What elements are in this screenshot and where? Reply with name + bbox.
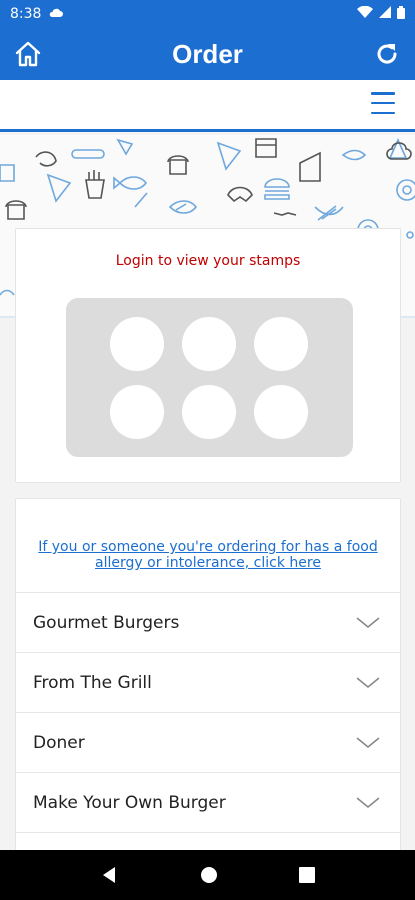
- croissant-icon: [227, 186, 253, 203]
- chevron-down-icon: [356, 737, 380, 749]
- category-label: From The Grill: [33, 672, 152, 693]
- category-label: Make Your Own Burger: [33, 792, 226, 813]
- signal-icon: [379, 6, 391, 22]
- category-row-from-the-grill[interactable]: From The Grill: [16, 652, 400, 712]
- cake-icon: [255, 138, 277, 158]
- chevron-down-icon: [356, 617, 380, 629]
- dot-icon: [406, 231, 414, 239]
- home-circle-icon[interactable]: [200, 866, 218, 884]
- menu-categories-card: If you or someone you're ordering for ha…: [15, 498, 401, 858]
- hamburger-menu-icon[interactable]: [371, 92, 395, 114]
- pizza-slice-icon-2: [216, 141, 242, 171]
- menu-strip: [0, 80, 415, 132]
- lemon-icon: [0, 289, 15, 296]
- chevron-down-icon: [356, 797, 380, 809]
- category-row-doner[interactable]: Doner: [16, 712, 400, 772]
- baguette-icon: [317, 205, 337, 221]
- page-title: Order: [172, 38, 243, 69]
- stamp-board: [66, 298, 353, 457]
- refresh-icon: [377, 44, 397, 64]
- stamps-card: Login to view your stamps: [15, 228, 401, 483]
- bbq-icon: [273, 212, 297, 216]
- pepper-icon: [175, 203, 187, 211]
- cup-icon: [0, 164, 15, 182]
- stamp-slot: [110, 385, 164, 439]
- donut-icon: [396, 179, 415, 201]
- fries-icon: [85, 170, 105, 199]
- refresh-button[interactable]: [371, 38, 403, 70]
- login-to-view-stamps-link[interactable]: Login to view your stamps: [16, 253, 400, 269]
- status-time: 8:38: [10, 6, 42, 22]
- chevron-down-icon: [356, 677, 380, 689]
- category-row-make-your-own-burger[interactable]: Make Your Own Burger: [16, 772, 400, 832]
- stamp-slot: [182, 385, 236, 439]
- mustard-icon: [134, 192, 148, 208]
- home-icon: [15, 41, 41, 67]
- shrimp-icon: [35, 151, 57, 167]
- cheese-icon: [116, 138, 134, 156]
- stamp-slot: [110, 317, 164, 371]
- home-button[interactable]: [12, 38, 44, 70]
- bread-icon: [5, 200, 27, 220]
- cloud-icon: [49, 6, 64, 22]
- battery-icon: [397, 5, 405, 23]
- fish-icon-3: [341, 149, 367, 161]
- category-label: Gourmet Burgers: [33, 612, 180, 633]
- hotdog-icon: [71, 149, 105, 159]
- stamp-slot: [182, 317, 236, 371]
- sandwich-icon: [299, 151, 321, 182]
- back-icon[interactable]: [101, 866, 119, 884]
- bread-icon-2: [167, 155, 189, 175]
- category-row-gourmet-burgers[interactable]: Gourmet Burgers: [16, 592, 400, 652]
- allergy-info-link[interactable]: If you or someone you're ordering for ha…: [16, 539, 400, 571]
- app-bar: Order: [0, 28, 415, 80]
- wifi-icon: [357, 5, 373, 22]
- category-label: Doner: [33, 732, 85, 753]
- status-bar: 8:38: [0, 0, 415, 28]
- fish-icon: [113, 176, 148, 190]
- recents-icon[interactable]: [298, 867, 315, 883]
- fish-icon-2: [168, 200, 198, 214]
- stamp-slot: [254, 385, 308, 439]
- stamp-slot: [254, 317, 308, 371]
- pizza-slice-icon: [46, 173, 72, 203]
- burger-icon: [264, 178, 290, 200]
- system-navigation-bar: [0, 850, 415, 900]
